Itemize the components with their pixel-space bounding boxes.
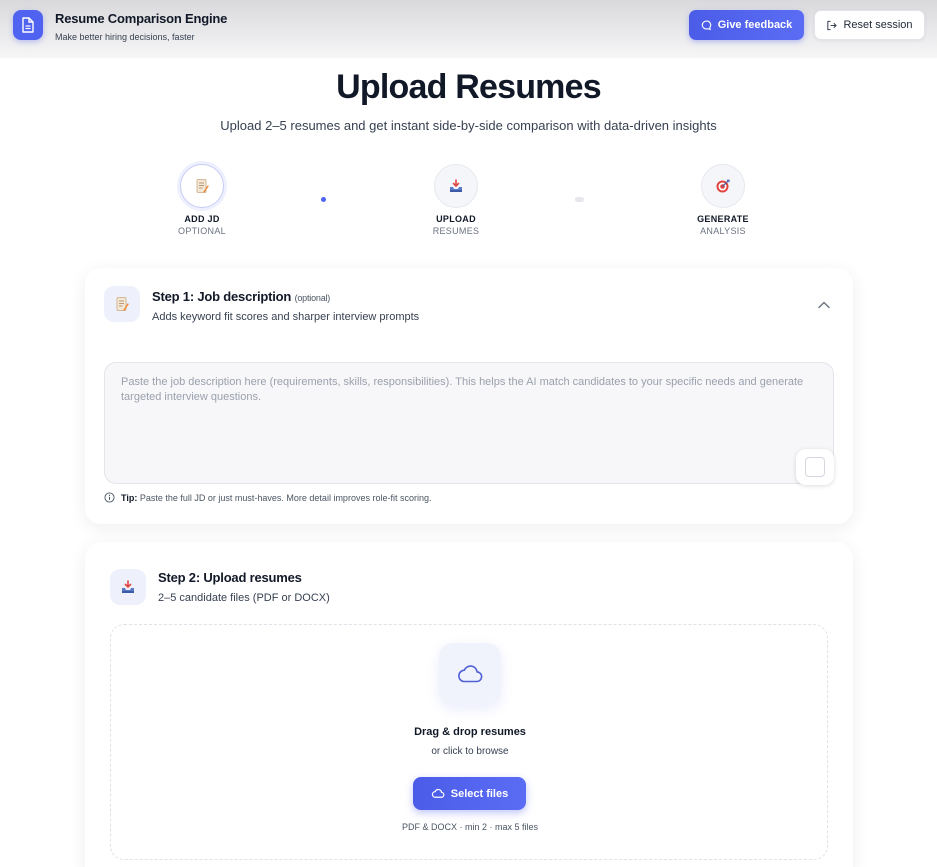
give-feedback-button[interactable]: Give feedback xyxy=(689,10,804,40)
optional-tag: (optional) xyxy=(294,293,331,303)
step-label: ADD JD xyxy=(184,214,220,224)
step-label: GENERATE xyxy=(697,214,749,224)
reset-session-label: Reset session xyxy=(843,19,913,31)
app-title: Resume Comparison Engine xyxy=(55,11,228,26)
step2-description: 2–5 candidate files (PDF or DOCX) xyxy=(158,592,330,604)
textarea-resize-handle[interactable] xyxy=(796,449,834,485)
file-constraints-note: PDF & DOCX · min 2 · max 5 files xyxy=(401,822,539,832)
select-files-label: Select files xyxy=(450,787,509,800)
memo-icon xyxy=(180,164,224,208)
resume-dropzone[interactable]: Drag & drop resumes or click to browse S… xyxy=(110,624,828,860)
cloud-icon xyxy=(431,788,445,798)
memo-icon xyxy=(104,286,140,322)
chevron-up-icon[interactable] xyxy=(817,298,831,312)
step1-description: Adds keyword fit scores and sharper inte… xyxy=(152,311,420,323)
stepper-step-add-jd[interactable]: ADD JD OPTIONAL xyxy=(142,164,262,236)
step2-title: Step 2: Upload resumes xyxy=(158,570,302,585)
target-icon xyxy=(701,164,745,208)
app-subtitle: Make better hiring decisions, faster xyxy=(55,32,195,42)
tip-note: Tip: Paste the full JD or just must-have… xyxy=(104,492,431,503)
page-subtitle: Upload 2–5 resumes and get instant side-… xyxy=(220,118,717,133)
upload-resumes-card: Step 2: Upload resumes 2–5 candidate fil… xyxy=(85,542,853,867)
job-description-card: Step 1: Job description (optional) Adds … xyxy=(85,268,853,524)
stepper-step-upload[interactable]: UPLOAD RESUMES xyxy=(396,164,516,236)
step1-title-text: Step 1: Job description xyxy=(152,289,292,304)
select-files-button[interactable]: Select files xyxy=(413,777,526,810)
tip-text: Paste the full JD or just must-haves. Mo… xyxy=(139,492,432,503)
stepper-progress-dot xyxy=(321,197,326,202)
job-description-textarea[interactable] xyxy=(104,362,834,484)
cloud-icon xyxy=(439,643,501,705)
chat-bubble-icon xyxy=(701,20,711,30)
step-sublabel: OPTIONAL xyxy=(178,226,226,236)
sign-out-icon xyxy=(827,20,838,30)
stepper-progress-dot xyxy=(575,197,584,202)
dropzone-subtitle: or click to browse xyxy=(431,746,509,757)
step-sublabel: RESUMES xyxy=(432,226,480,236)
step-label: UPLOAD xyxy=(436,214,476,224)
tip-label: Tip: xyxy=(121,492,138,503)
reset-session-button[interactable]: Reset session xyxy=(814,10,925,40)
step-sublabel: ANALYSIS xyxy=(700,226,746,236)
document-icon xyxy=(13,10,43,40)
dropzone-title: Drag & drop resumes xyxy=(414,726,526,738)
give-feedback-label: Give feedback xyxy=(717,19,793,31)
page-title: Upload Resumes xyxy=(336,68,601,106)
stepper-step-generate[interactable]: GENERATE ANALYSIS xyxy=(663,164,783,236)
step1-title: Step 1: Job description (optional) xyxy=(152,289,330,304)
inbox-tray-icon xyxy=(434,164,478,208)
top-bar: Resume Comparison Engine Make better hir… xyxy=(0,0,937,58)
inbox-tray-icon xyxy=(110,569,146,605)
info-icon xyxy=(104,492,115,503)
